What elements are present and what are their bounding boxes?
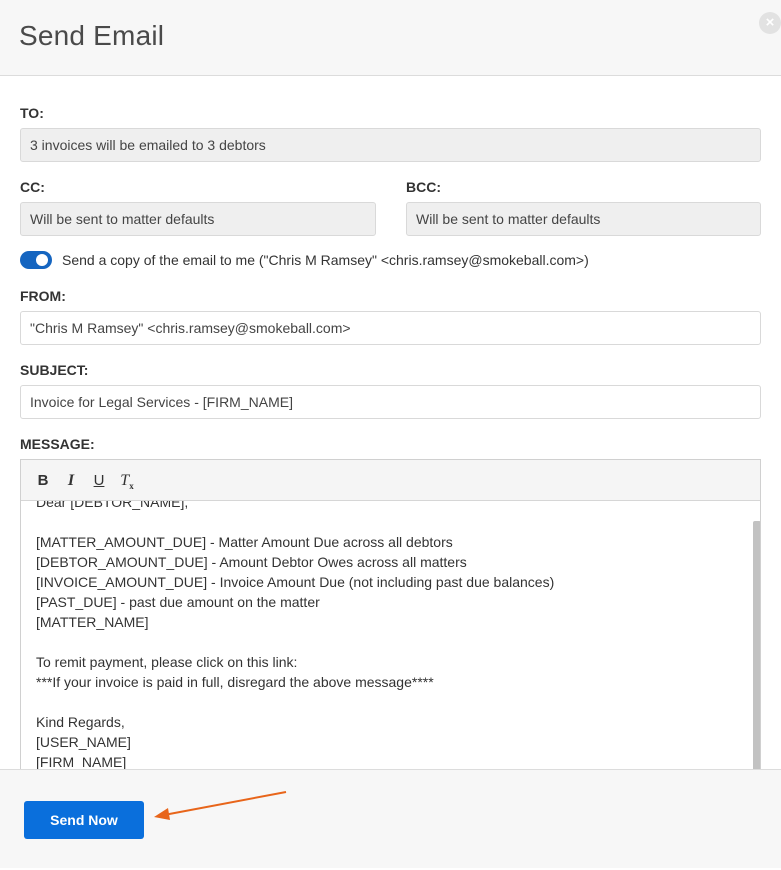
- message-line: [36, 692, 554, 712]
- cc-field: Will be sent to matter defaults: [20, 202, 376, 236]
- message-line: [36, 632, 554, 652]
- to-field: 3 invoices will be emailed to 3 debtors: [20, 128, 761, 162]
- from-label: FROM:: [20, 288, 66, 304]
- dialog-header: Send Email ×: [0, 0, 781, 76]
- message-line: Kind Regards,: [36, 714, 125, 730]
- message-line: ***If your invoice is paid in full, disr…: [36, 674, 434, 690]
- message-line: To remit payment, please click on this l…: [36, 654, 298, 670]
- editor-toolbar: B I U Tx: [21, 460, 760, 501]
- dialog-footer: Send Now: [0, 769, 781, 868]
- message-line: [USER_NAME]: [36, 734, 131, 750]
- message-line: [MATTER_AMOUNT_DUE] - Matter Amount Due …: [36, 534, 453, 550]
- message-line: [PAST_DUE] - past due amount on the matt…: [36, 594, 320, 610]
- subject-field[interactable]: Invoice for Legal Services - [FIRM_NAME]: [20, 385, 761, 419]
- cc-label: CC:: [20, 179, 45, 195]
- send-email-dialog: Send Email × TO: 3 invoices will be emai…: [0, 0, 781, 868]
- annotation-arrow-icon: [154, 791, 287, 820]
- toggle-knob: [36, 254, 48, 266]
- message-body[interactable]: Dear [DEBTOR_NAME], [MATTER_AMOUNT_DUE] -…: [21, 501, 760, 770]
- bcc-label: BCC:: [406, 179, 441, 195]
- message-line: [DEBTOR_AMOUNT_DUE] - Amount Debtor Owes…: [36, 554, 467, 570]
- dialog-title: Send Email: [19, 20, 165, 51]
- message-text: Dear [DEBTOR_NAME], [MATTER_AMOUNT_DUE] -…: [36, 501, 554, 770]
- bcc-field: Will be sent to matter defaults: [406, 202, 761, 236]
- subject-label: SUBJECT:: [20, 362, 89, 378]
- send-now-button[interactable]: Send Now: [24, 801, 144, 839]
- italic-button[interactable]: I: [61, 471, 81, 491]
- clear-format-button[interactable]: Tx: [117, 471, 137, 491]
- message-label: MESSAGE:: [20, 436, 95, 452]
- to-label: TO:: [20, 105, 44, 121]
- message-line: [INVOICE_AMOUNT_DUE] - Invoice Amount Du…: [36, 574, 555, 590]
- copy-to-me-toggle[interactable]: [20, 251, 52, 269]
- copy-to-me-label: Send a copy of the email to me ("Chris M…: [62, 252, 589, 268]
- message-line: [36, 512, 554, 532]
- clear-format-glyph: T: [120, 472, 130, 489]
- close-icon[interactable]: ×: [759, 12, 781, 34]
- bold-button[interactable]: B: [33, 471, 53, 491]
- from-field[interactable]: "Chris M Ramsey" <chris.ramsey@smokeball…: [20, 311, 761, 345]
- clear-format-sub: x: [129, 481, 134, 492]
- message-line: [FIRM_NAME]: [36, 754, 127, 770]
- message-line: Dear [DEBTOR_NAME],: [36, 501, 189, 510]
- message-line: [MATTER_NAME]: [36, 614, 149, 630]
- underline-button[interactable]: U: [89, 471, 109, 491]
- message-scrollbar[interactable]: [753, 521, 760, 770]
- message-editor: B I U Tx Dear [DEBTOR_NAME], [MATTER_AMOU…: [20, 459, 761, 770]
